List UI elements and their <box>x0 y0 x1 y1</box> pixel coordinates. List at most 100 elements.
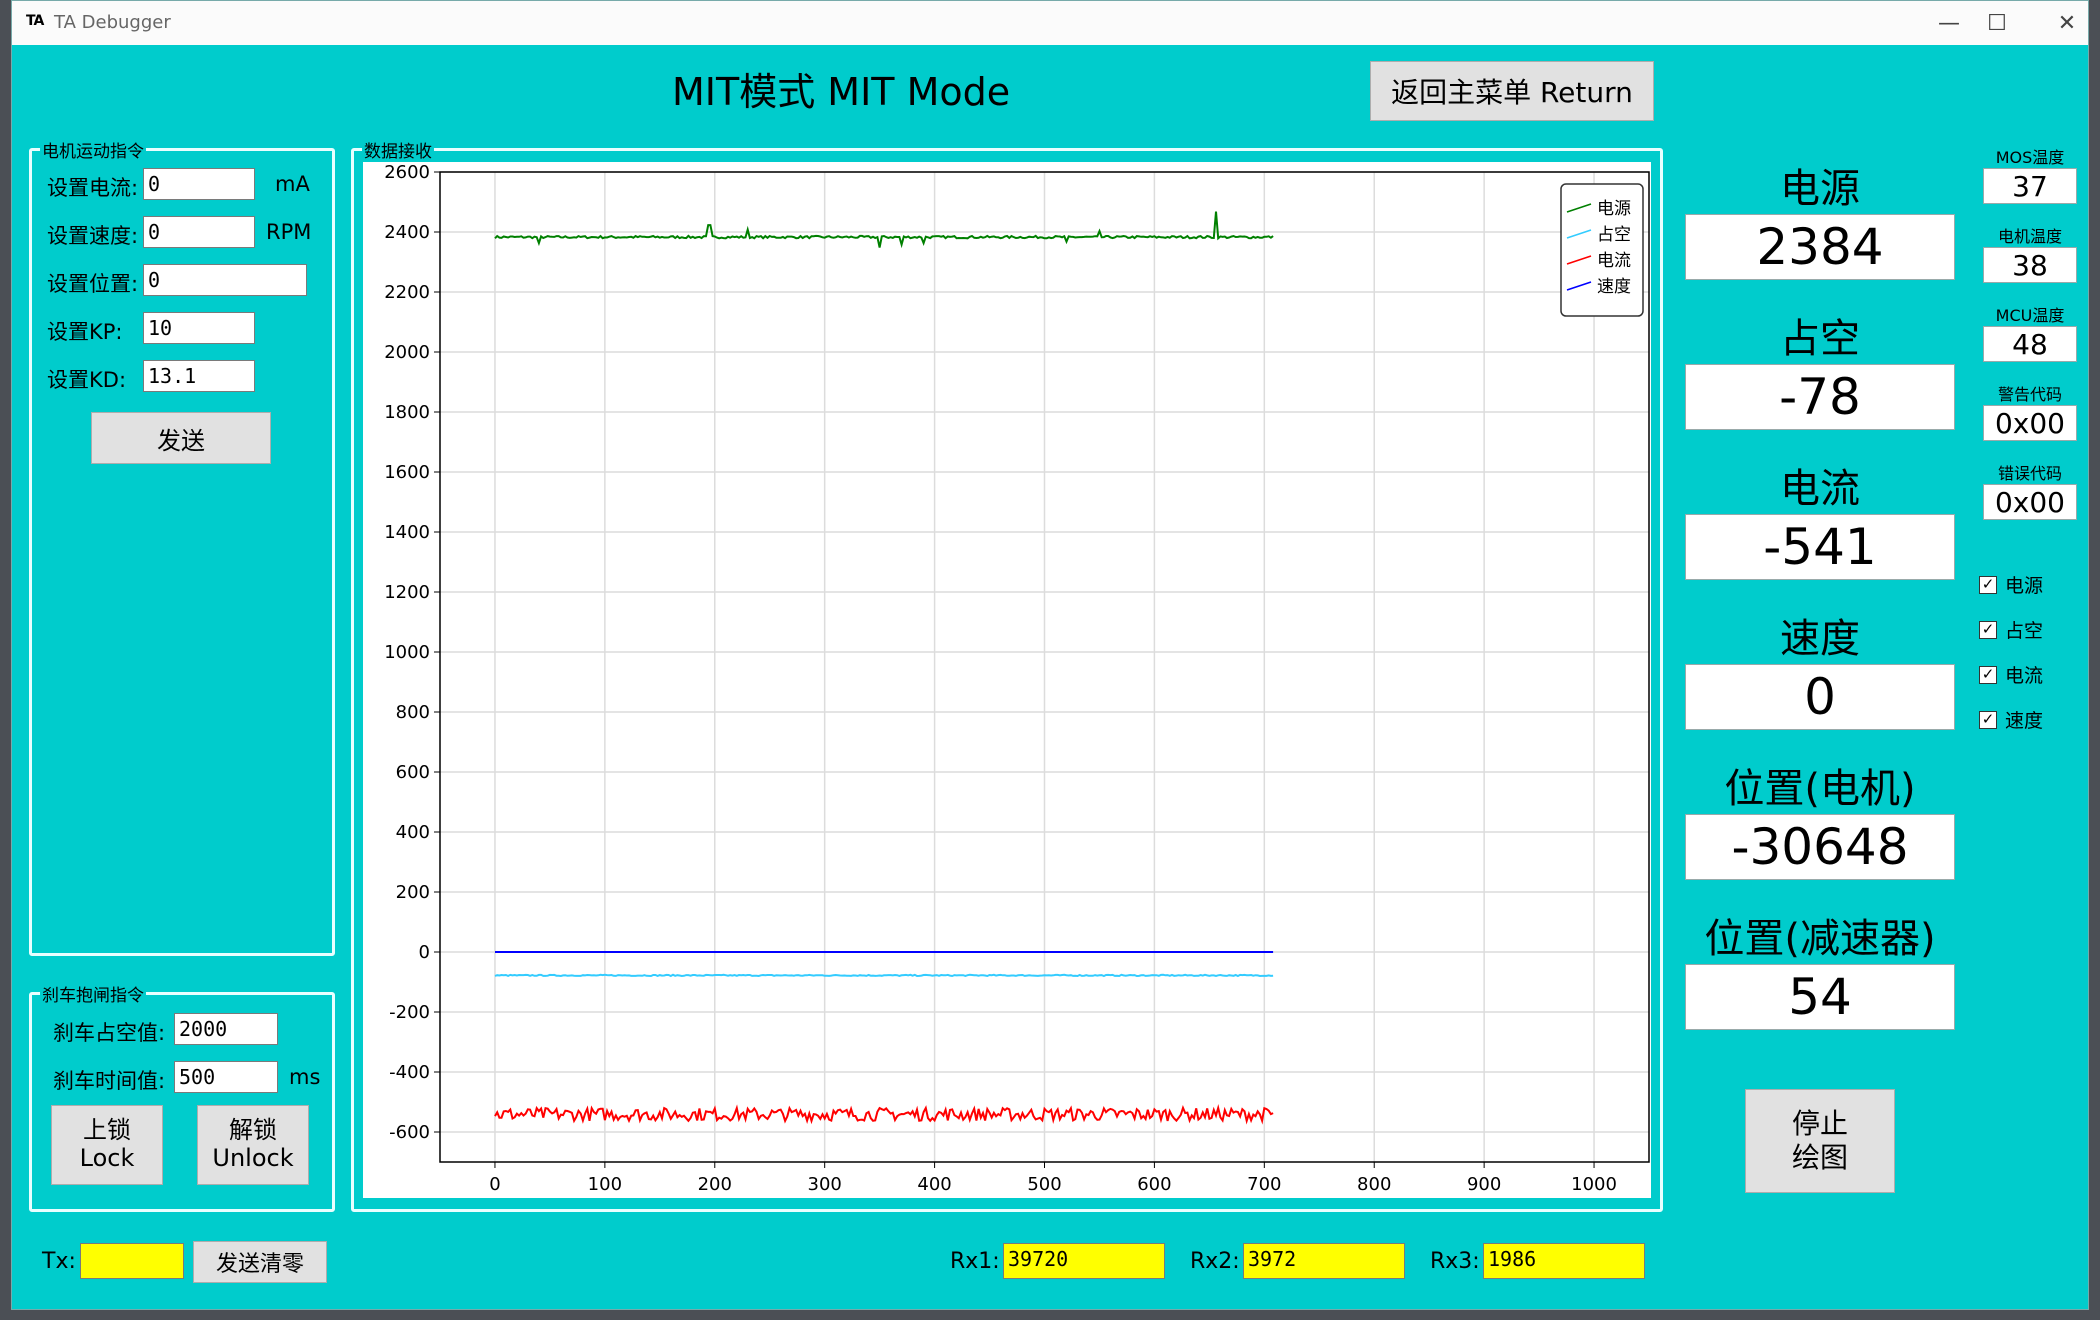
unlock-button-en: Unlock <box>212 1144 294 1172</box>
power-readout-value: 2384 <box>1685 214 1955 280</box>
speed-unit: RPM <box>266 220 312 244</box>
rx2-label: Rx2: <box>1190 1249 1240 1274</box>
current-readout-label: 电流 <box>1780 466 1860 512</box>
mcu-temp-value: 48 <box>1983 326 2077 362</box>
y-tick-label: 800 <box>396 702 430 723</box>
rx3-value: 1986 <box>1483 1243 1645 1279</box>
position-input[interactable]: 0 <box>143 264 307 296</box>
speed-input[interactable]: 0 <box>143 216 255 248</box>
checkbox-label: 速度 <box>2005 710 2044 732</box>
mcu-temp-label: MCU温度 <box>1995 306 2065 325</box>
checkbox-duty[interactable]: ✓ 占空 <box>1979 616 2043 643</box>
checkbox-current[interactable]: ✓ 电流 <box>1979 661 2043 688</box>
reducer-position-readout-value: 54 <box>1685 964 1955 1030</box>
power-readout-label: 电源 <box>1780 166 1860 212</box>
motor-position-readout-value: -30648 <box>1685 814 1955 880</box>
close-icon[interactable]: ✕ <box>2038 7 2096 39</box>
x-tick-label: 200 <box>698 1174 732 1195</box>
x-tick-label: 900 <box>1467 1174 1501 1195</box>
y-tick-label: 400 <box>396 822 430 843</box>
app-logo-icon: TA <box>26 13 44 29</box>
brake-time-input[interactable]: 500 <box>174 1061 278 1093</box>
kd-input[interactable]: 13.1 <box>143 360 255 392</box>
series-line-1 <box>494 973 1274 978</box>
stop-plot-line1: 停止 <box>1791 1107 1848 1141</box>
position-label: 设置位置: <box>47 272 139 296</box>
window-title: TA Debugger <box>54 12 171 33</box>
x-tick-label: 300 <box>808 1174 842 1195</box>
tx-input[interactable] <box>80 1243 184 1279</box>
speed-readout-label: 速度 <box>1780 616 1860 662</box>
legend-label: 速度 <box>1597 277 1631 297</box>
y-tick-label: -400 <box>389 1062 430 1083</box>
checkmark-icon[interactable]: ✓ <box>1979 620 1997 639</box>
lock-button-zh: 上锁 <box>83 1116 131 1145</box>
current-unit: mA <box>275 172 310 196</box>
stop-plot-line2: 绘图 <box>1791 1141 1848 1174</box>
checkbox-label: 占空 <box>2005 620 2044 642</box>
y-tick-label: 1200 <box>384 582 430 603</box>
chart-group-title: 数据接收 <box>362 137 434 162</box>
y-tick-label: 2000 <box>384 342 430 363</box>
clear-send-button[interactable]: 发送清零 <box>193 1241 327 1283</box>
current-readout-value: -541 <box>1685 514 1955 580</box>
brake-duty-input[interactable]: 2000 <box>174 1013 278 1045</box>
checkbox-speed[interactable]: ✓ 速度 <box>1979 706 2043 733</box>
motor-temp-value: 38 <box>1983 247 2077 283</box>
brake-time-unit: ms <box>289 1065 321 1089</box>
checkbox-label: 电流 <box>2005 665 2044 687</box>
x-tick-label: 0 <box>489 1174 500 1195</box>
brake-group-title: 刹车抱闸指令 <box>40 981 146 1006</box>
checkbox-label: 电源 <box>2005 575 2044 597</box>
motor-temp-label: 电机温度 <box>1997 227 2062 246</box>
kd-label: 设置KD: <box>47 368 127 392</box>
y-tick-label: 2400 <box>384 222 430 243</box>
speed-readout-value: 0 <box>1685 664 1955 730</box>
lock-button[interactable]: 上锁 Lock <box>51 1105 163 1185</box>
x-tick-label: 1000 <box>1571 1174 1617 1195</box>
duty-readout-value: -78 <box>1685 364 1955 430</box>
current-input[interactable]: 0 <box>143 168 255 200</box>
kp-label: 设置KP: <box>47 320 123 344</box>
app-window: TA TA Debugger — ☐ ✕ MIT模式 MIT Mode 返回主菜… <box>11 0 2089 1310</box>
speed-label: 设置速度: <box>47 224 139 248</box>
x-tick-label: 100 <box>588 1174 622 1195</box>
warning-code-value: 0x00 <box>1983 405 2077 441</box>
lock-button-en: Lock <box>79 1144 135 1172</box>
y-tick-label: 200 <box>396 882 430 903</box>
kp-input[interactable]: 10 <box>143 312 255 344</box>
legend-label: 电流 <box>1597 251 1631 271</box>
checkmark-icon[interactable]: ✓ <box>1979 575 1997 594</box>
brake-time-label: 刹车时间值: <box>53 1069 166 1093</box>
current-label: 设置电流: <box>47 176 139 200</box>
y-tick-label: 600 <box>396 762 430 783</box>
return-button[interactable]: 返回主菜单 Return <box>1370 61 1654 121</box>
send-button[interactable]: 发送 <box>91 412 271 464</box>
brake-duty-label: 刹车占空值: <box>53 1021 166 1045</box>
motion-group-title: 电机运动指令 <box>40 137 146 162</box>
y-tick-label: -200 <box>389 1002 430 1023</box>
y-tick-label: -600 <box>389 1122 430 1143</box>
data-chart: 0 100 200 300 400 500 600 700 800 900 1000 2600 2400… <box>363 162 1651 1198</box>
mos-temp-value: 37 <box>1983 168 2077 204</box>
error-code-value: 0x00 <box>1983 484 2077 520</box>
maximize-icon[interactable]: ☐ <box>1968 7 2026 39</box>
x-tick-label: 500 <box>1027 1174 1061 1195</box>
checkbox-power[interactable]: ✓ 电源 <box>1979 571 2043 598</box>
y-tick-label: 1400 <box>384 522 430 543</box>
title-bar: TA TA Debugger — ☐ ✕ <box>12 1 2088 45</box>
duty-readout-label: 占空 <box>1780 316 1860 362</box>
checkmark-icon[interactable]: ✓ <box>1979 710 1997 729</box>
x-tick-label: 800 <box>1357 1174 1391 1195</box>
y-tick-label: 1600 <box>384 462 430 483</box>
rx1-label: Rx1: <box>950 1249 1000 1274</box>
page-title: MIT模式 MIT Mode <box>672 70 1011 114</box>
checkmark-icon[interactable]: ✓ <box>1979 665 1997 684</box>
y-tick-label: 2200 <box>384 282 430 303</box>
motor-position-readout-label: 位置(电机) <box>1724 766 1916 812</box>
legend-label: 占空 <box>1597 225 1631 245</box>
y-tick-label: 1800 <box>384 402 430 423</box>
y-tick-label: 1000 <box>384 642 430 663</box>
stop-plot-button[interactable]: 停止 绘图 <box>1745 1089 1895 1193</box>
unlock-button[interactable]: 解锁 Unlock <box>197 1105 309 1185</box>
